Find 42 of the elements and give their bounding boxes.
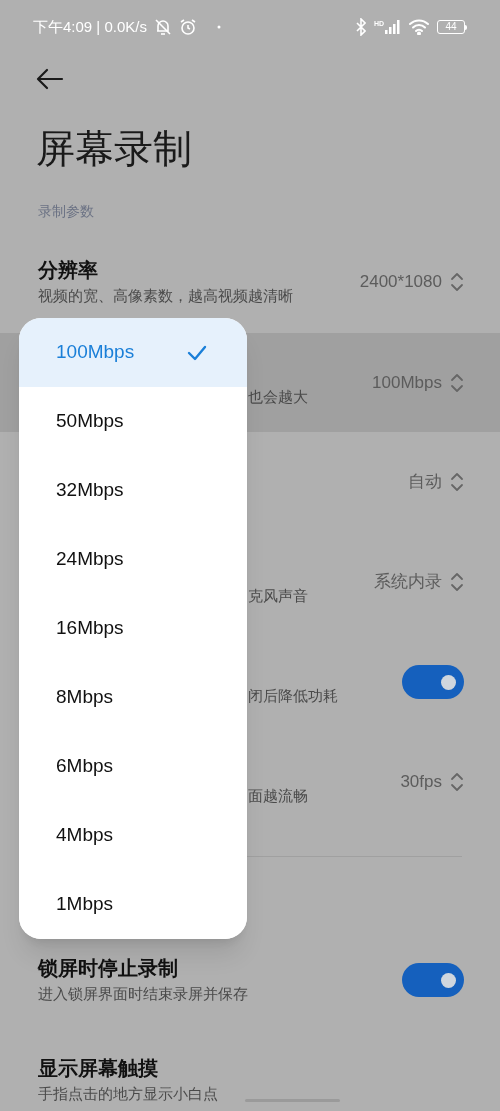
setting-description: 进入锁屏界面时结束录屏并保存 bbox=[38, 985, 248, 1004]
wifi-icon bbox=[409, 19, 429, 35]
setting-value: 自动 bbox=[408, 471, 442, 494]
back-button[interactable] bbox=[36, 68, 64, 90]
setting-title: 分辨率 bbox=[38, 257, 99, 283]
setting-description: 视频的宽、高像素数，越高视频越清晰 bbox=[38, 286, 293, 306]
setting-value: 100Mbps bbox=[372, 371, 442, 394]
menu-option[interactable]: 8Mbps bbox=[19, 663, 247, 732]
menu-option[interactable]: 24Mbps bbox=[19, 525, 247, 594]
up-down-chevron-icon bbox=[450, 472, 464, 492]
alarm-icon bbox=[178, 18, 197, 36]
setting-description: 克风声音 bbox=[248, 587, 308, 606]
setting-value: 30fps bbox=[400, 771, 442, 794]
signal-icon bbox=[385, 20, 401, 34]
up-down-chevron-icon bbox=[450, 271, 464, 292]
up-down-chevron-icon bbox=[450, 772, 464, 792]
up-down-chevron-icon bbox=[450, 572, 464, 592]
menu-option[interactable]: 100Mbps bbox=[19, 318, 247, 387]
bluetooth-icon bbox=[355, 18, 366, 36]
menu-option[interactable]: 6Mbps bbox=[19, 732, 247, 801]
muted-bell-icon bbox=[152, 17, 173, 37]
setting-description: 闭后降低功耗 bbox=[248, 687, 338, 706]
page-title: 屏幕录制 bbox=[36, 128, 192, 168]
setting-title: 锁屏时停止录制 bbox=[38, 956, 179, 981]
menu-option[interactable]: 4Mbps bbox=[19, 801, 247, 870]
setting-value: 系统内录 bbox=[374, 571, 442, 594]
checkmark-icon bbox=[187, 344, 207, 361]
setting-title: 显示屏幕触摸 bbox=[38, 1056, 159, 1081]
menu-option[interactable]: 16Mbps bbox=[19, 594, 247, 663]
battery-level: 44 bbox=[437, 20, 465, 34]
toggle-switch[interactable] bbox=[402, 665, 464, 699]
menu-option[interactable]: 50Mbps bbox=[19, 387, 247, 456]
setting-value: 2400*1080 bbox=[359, 270, 442, 293]
menu-option[interactable]: 32Mbps bbox=[19, 456, 247, 525]
toggle-switch[interactable] bbox=[402, 963, 464, 997]
status-time: 下午4:09 | 0.0K/s bbox=[33, 16, 147, 37]
section-header: 录制参数 bbox=[38, 201, 94, 221]
up-down-chevron-icon bbox=[450, 372, 464, 393]
setting-description: 面越流畅 bbox=[248, 787, 308, 806]
setting-description: 也会越大 bbox=[248, 387, 308, 407]
setting-description: 手指点击的地方显示小白点 bbox=[38, 1085, 218, 1104]
menu-option[interactable]: 1Mbps bbox=[19, 870, 247, 939]
